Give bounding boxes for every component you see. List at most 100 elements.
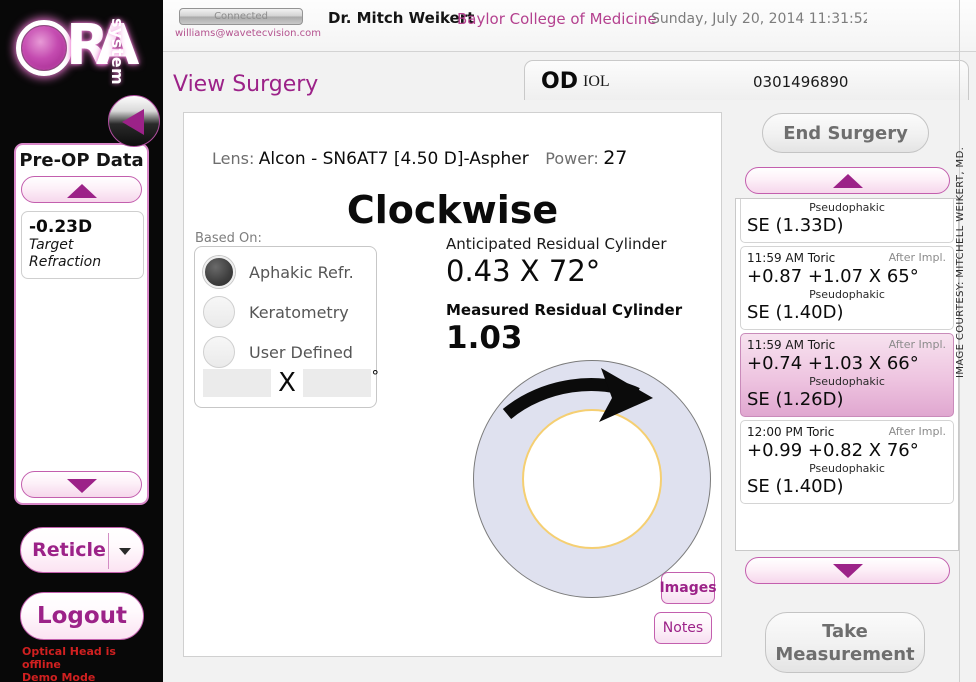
institution-name: Baylor College of Medicine xyxy=(457,10,657,28)
images-button[interactable]: Images xyxy=(661,572,715,604)
image-credit: IMAGE COURTESY: MITCHELL WEIKERT, MD. xyxy=(955,147,966,378)
power-label: Power: xyxy=(545,149,598,168)
doctor-name: Dr. Mitch Weikert xyxy=(328,9,474,27)
rotation-direction: Clockwise xyxy=(184,188,721,232)
eye-tab-od[interactable]: OD IOL 0301496890 xyxy=(524,60,969,100)
triangle-up-icon xyxy=(67,184,97,198)
take-measurement-line-2: Measurement xyxy=(775,643,914,666)
preop-card[interactable]: -0.23D Target Refraction xyxy=(21,211,144,279)
notes-button[interactable]: Notes xyxy=(654,612,712,644)
measurement-row[interactable]: 11:59 AM Toric After Impl. +0.87 +1.07 X… xyxy=(740,246,954,330)
preop-scroll-up-button[interactable] xyxy=(21,176,142,203)
lens-label: Lens: xyxy=(212,149,254,168)
measurement-status: Pseudophakic xyxy=(747,462,947,476)
user-defined-inputs: X ° xyxy=(203,367,371,399)
measured-residual-cylinder-block: Measured Residual Cylinder 1.03 xyxy=(446,301,682,357)
measurement-refraction: +0.99 +0.82 X 76° xyxy=(747,439,947,462)
radio-selected-icon xyxy=(203,256,235,288)
offline-line-1: Optical Head is offline xyxy=(22,645,158,671)
preop-card-list: -0.23D Target Refraction xyxy=(19,209,146,467)
logout-button[interactable]: Logout xyxy=(20,592,144,640)
chevron-down-icon[interactable] xyxy=(119,548,131,555)
lens-info-row: Lens: Alcon - SN6AT7 [4.50 D]-Aspheric P… xyxy=(212,147,627,169)
measured-residual-label: Measured Residual Cylinder xyxy=(446,301,682,319)
preop-data-panel: Pre-OP Data -0.23D Target Refraction xyxy=(14,143,149,505)
measurement-row[interactable]: 12:00 PM Toric After Impl. +0.99 +0.82 X… xyxy=(740,420,954,504)
offline-line-2: Demo Mode xyxy=(22,671,158,682)
triangle-up-icon xyxy=(833,174,863,188)
measurement-status: Pseudophakic xyxy=(747,375,947,389)
radio-label: Keratometry xyxy=(249,303,349,322)
preop-data-title: Pre-OP Data xyxy=(16,145,147,174)
user-defined-axis-input[interactable] xyxy=(303,369,371,397)
end-surgery-button[interactable]: End Surgery xyxy=(762,113,929,153)
back-button[interactable] xyxy=(108,95,160,147)
reticle-button[interactable]: Reticle xyxy=(20,527,144,573)
anticipated-residual-cylinder-block: Anticipated Residual Cylinder 0.43 X 72° xyxy=(446,235,667,289)
user-defined-sphere-input[interactable] xyxy=(203,369,271,397)
measurement-tag: After Impl. xyxy=(889,338,946,351)
clockwise-arrow-icon xyxy=(473,360,711,598)
based-on-label: Based On: xyxy=(195,231,262,246)
radio-label: User Defined xyxy=(249,343,353,362)
user-email: williams@wavetecvision.com xyxy=(175,28,321,39)
measurement-status: Pseudophakic xyxy=(747,288,947,302)
anticipated-residual-value: 0.43 X 72° xyxy=(446,253,667,289)
left-sidebar: R A system Pre-OP Data -0.23D Target Ref… xyxy=(0,0,163,682)
connection-status-button[interactable]: Connected xyxy=(179,8,303,25)
patient-id: 0301496890 xyxy=(753,73,848,91)
preop-scroll-down-button[interactable] xyxy=(21,471,142,498)
eye-label: OD xyxy=(541,69,578,94)
measurement-refraction: +0.87 +1.07 X 65° xyxy=(747,265,947,288)
degree-symbol: ° xyxy=(372,367,380,385)
radio-unselected-icon xyxy=(203,296,235,328)
right-control-panel: End Surgery +0.60 +1.09 X 64 Pseudophaki… xyxy=(735,100,959,675)
lens-value: Alcon - SN6AT7 [4.50 D]-Aspheric xyxy=(259,149,529,169)
measurement-scroll-up-button[interactable] xyxy=(745,167,950,194)
take-measurement-line-1: Take xyxy=(775,620,914,643)
images-button-label: Images xyxy=(659,580,716,596)
measurement-tag: After Impl. xyxy=(889,251,946,264)
measurement-list[interactable]: +0.60 +1.09 X 64 Pseudophakic SE (1.33D)… xyxy=(735,198,959,551)
logo-system-text: system xyxy=(108,18,127,85)
measured-residual-value: 1.03 xyxy=(446,319,682,357)
measurement-scroll-down-button[interactable] xyxy=(745,557,950,584)
anticipated-residual-label: Anticipated Residual Cylinder xyxy=(446,235,667,253)
preop-card-value: -0.23D xyxy=(29,218,136,237)
ora-system-app: R A system Pre-OP Data -0.23D Target Ref… xyxy=(0,0,976,682)
reticle-button-label: Reticle xyxy=(32,539,132,561)
current-datetime: Sunday, July 20, 2014 11:31:52 P xyxy=(651,11,867,27)
top-header-bar: Connected williams@wavetecvision.com Dr.… xyxy=(163,0,976,52)
measurement-se: SE (1.33D) xyxy=(747,215,947,237)
logo-o-ring-icon xyxy=(16,20,72,76)
radio-option-aphakic-refr[interactable]: Aphakic Refr. xyxy=(203,251,354,293)
measurement-status: Pseudophakic xyxy=(747,201,947,215)
measurement-se: SE (1.40D) xyxy=(747,476,947,498)
page-title: View Surgery xyxy=(173,72,318,97)
reticle-divider xyxy=(108,533,109,569)
radio-option-keratometry[interactable]: Keratometry xyxy=(203,291,349,333)
logout-button-label: Logout xyxy=(37,603,127,629)
triangle-down-icon xyxy=(67,479,97,493)
measurement-se: SE (1.40D) xyxy=(747,302,947,324)
back-arrow-icon xyxy=(122,109,144,135)
power-value: 27 xyxy=(603,147,627,169)
measurement-se: SE (1.26D) xyxy=(747,389,947,411)
radio-label: Aphakic Refr. xyxy=(249,263,354,282)
end-surgery-label: End Surgery xyxy=(783,123,908,144)
user-defined-separator: X xyxy=(271,368,303,398)
surgery-main-panel: Lens: Alcon - SN6AT7 [4.50 D]-Aspheric P… xyxy=(183,112,722,657)
measurement-row-selected[interactable]: 11:59 AM Toric After Impl. +0.74 +1.03 X… xyxy=(740,333,954,417)
triangle-down-icon xyxy=(833,564,863,578)
ora-system-logo: R A system xyxy=(10,4,160,88)
preop-card-label: Target Refraction xyxy=(29,237,136,271)
notes-button-label: Notes xyxy=(663,620,703,636)
radio-unselected-icon xyxy=(203,336,235,368)
eye-rotation-diagram xyxy=(473,360,711,598)
offline-status-message: Optical Head is offline Demo Mode xyxy=(22,645,158,682)
measurement-tag: After Impl. xyxy=(889,425,946,438)
based-on-radio-group: Aphakic Refr. Keratometry User Defined X… xyxy=(194,246,377,408)
take-measurement-button[interactable]: Take Measurement xyxy=(765,612,925,673)
measurement-row[interactable]: +0.60 +1.09 X 64 Pseudophakic SE (1.33D) xyxy=(740,198,954,243)
measurement-refraction: +0.74 +1.03 X 66° xyxy=(747,352,947,375)
